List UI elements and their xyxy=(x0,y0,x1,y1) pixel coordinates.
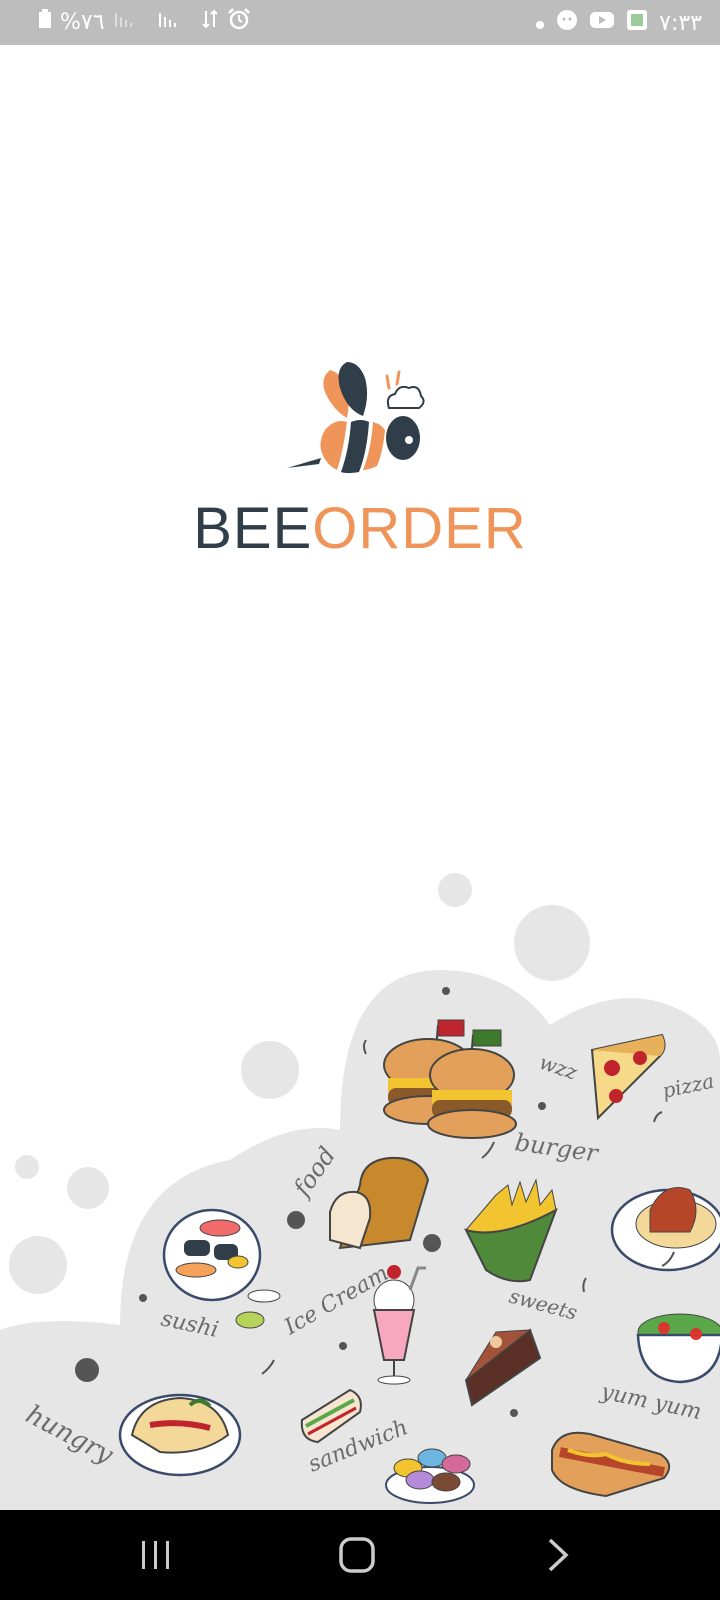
back-icon xyxy=(548,1538,569,1572)
app-notification-icon xyxy=(625,8,649,38)
navigation-bar xyxy=(0,1510,720,1600)
battery-icon xyxy=(38,9,52,35)
signal-icon xyxy=(157,9,193,35)
face-icon xyxy=(555,8,579,38)
home-icon xyxy=(339,1537,375,1573)
back-button[interactable] xyxy=(528,1535,588,1575)
status-bar: %٧٦ ٧:٣٣ xyxy=(0,0,720,45)
recent-apps-icon xyxy=(142,1541,169,1569)
clock: ٧:٣٣ xyxy=(659,10,702,36)
alarm-icon xyxy=(227,8,251,36)
salad-illustration xyxy=(636,1313,720,1384)
bee-logo xyxy=(0,360,720,484)
battery-percent: %٧٦ xyxy=(60,9,105,35)
signal-icon xyxy=(113,9,149,35)
brand-name: BEEORDER xyxy=(0,495,720,562)
recent-apps-button[interactable] xyxy=(126,1535,186,1575)
brand-name-bee: BEE xyxy=(193,496,313,561)
bee-logo-icon xyxy=(287,362,425,473)
home-button[interactable] xyxy=(327,1535,387,1575)
data-arrows-icon xyxy=(201,9,219,35)
food-illustration: hungry sushi food Ice Cream sandwich bur… xyxy=(0,873,720,1510)
dot-icon xyxy=(535,11,545,36)
omelette-illustration xyxy=(118,1393,242,1477)
youtube-icon xyxy=(589,10,615,36)
brand-name-order: ORDER xyxy=(312,496,527,561)
